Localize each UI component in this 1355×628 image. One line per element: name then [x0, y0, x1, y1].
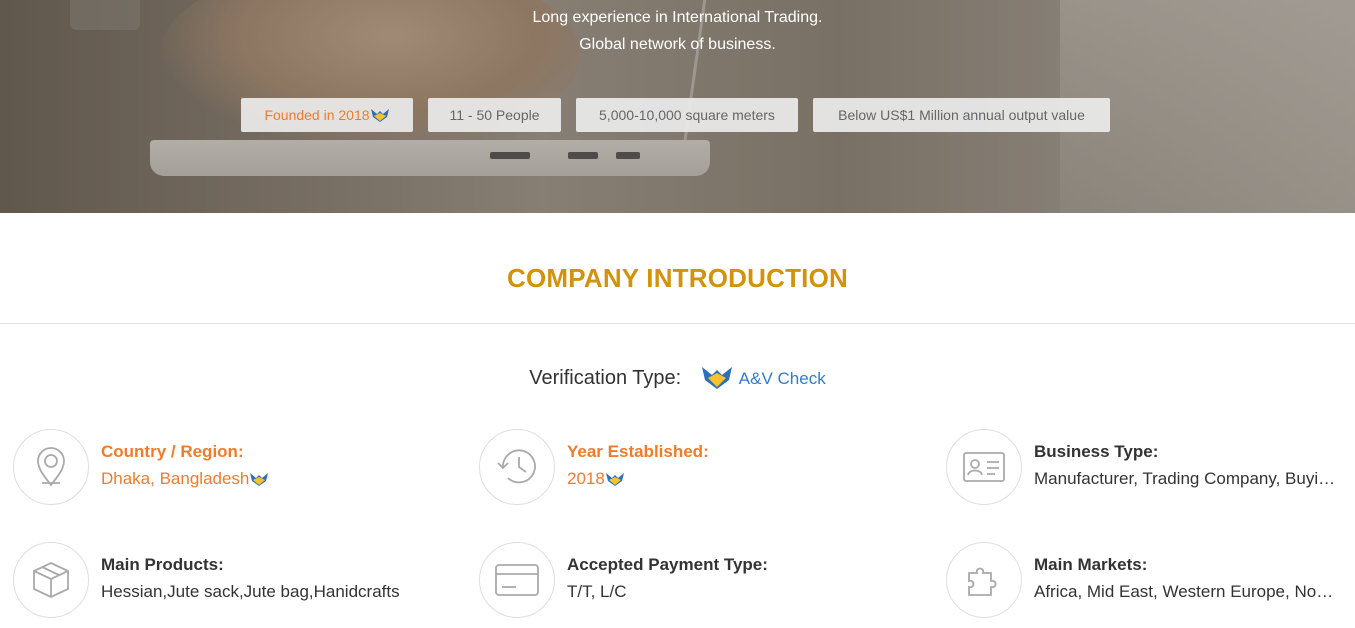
location-pin-icon: [13, 429, 89, 505]
verified-shield-icon: [370, 109, 389, 122]
info-year: Year Established: 2018: [479, 429, 889, 505]
credit-card-icon: [479, 542, 555, 618]
info-markets: Main Markets: Africa, Mid East, Western …: [946, 542, 1355, 618]
tag-people: 11 - 50 People: [428, 98, 561, 132]
id-card-icon: [946, 429, 1022, 505]
history-clock-icon: [479, 429, 555, 505]
info-year-value: 2018: [567, 469, 625, 489]
verified-shield-icon: [701, 367, 732, 389]
tag-area: 5,000-10,000 square meters: [576, 98, 798, 132]
info-markets-value: Africa, Mid East, Western Europe, North …: [1034, 582, 1338, 601]
section-divider: [0, 323, 1355, 324]
info-payment-value: T/T, L/C: [567, 582, 627, 601]
info-business-value: Manufacturer, Trading Company, Buying Of…: [1034, 469, 1342, 488]
info-country-text: Dhaka, Bangladesh: [101, 469, 250, 488]
info-year-label: Year Established:: [567, 442, 709, 461]
verification-label: Verification Type:: [529, 367, 682, 389]
hero-tagline-2: Global network of business.: [579, 36, 776, 53]
info-business-label: Business Type:: [1034, 442, 1159, 461]
tag-output: Below US$1 Million annual output value: [813, 98, 1110, 132]
info-country: Country / Region: Dhaka, Bangladesh: [13, 429, 423, 505]
info-payment-label: Accepted Payment Type:: [567, 555, 768, 574]
verified-shield-icon: [250, 473, 269, 486]
hero-tagline-1: Long experience in International Trading…: [532, 9, 823, 26]
info-markets-label: Main Markets:: [1034, 555, 1148, 574]
info-year-text: 2018: [567, 469, 605, 488]
tag-founded: Founded in 2018: [241, 98, 413, 132]
av-check-link[interactable]: A&V Check: [739, 369, 826, 388]
info-products-value: Hessian,Jute sack,Jute bag,Hanidcrafts: [101, 582, 400, 601]
info-payment: Accepted Payment Type: T/T, L/C: [479, 542, 889, 618]
info-products-label: Main Products:: [101, 555, 224, 574]
section-title: COMPANY INTRODUCTION: [506, 263, 849, 293]
info-country-value: Dhaka, Bangladesh: [101, 469, 269, 489]
tag-founded-label: Founded in 2018: [264, 107, 370, 123]
verification-row: Verification Type: A&V Check: [0, 364, 1355, 390]
info-business: Business Type: Manufacturer, Trading Com…: [946, 429, 1355, 505]
puzzle-icon: [946, 542, 1022, 618]
verified-shield-icon: [605, 473, 624, 486]
box-icon: [13, 542, 89, 618]
info-country-label: Country / Region:: [101, 442, 244, 461]
info-products: Main Products: Hessian,Jute sack,Jute ba…: [13, 542, 423, 618]
hero-banner: Long experience in International Trading…: [0, 0, 1355, 213]
